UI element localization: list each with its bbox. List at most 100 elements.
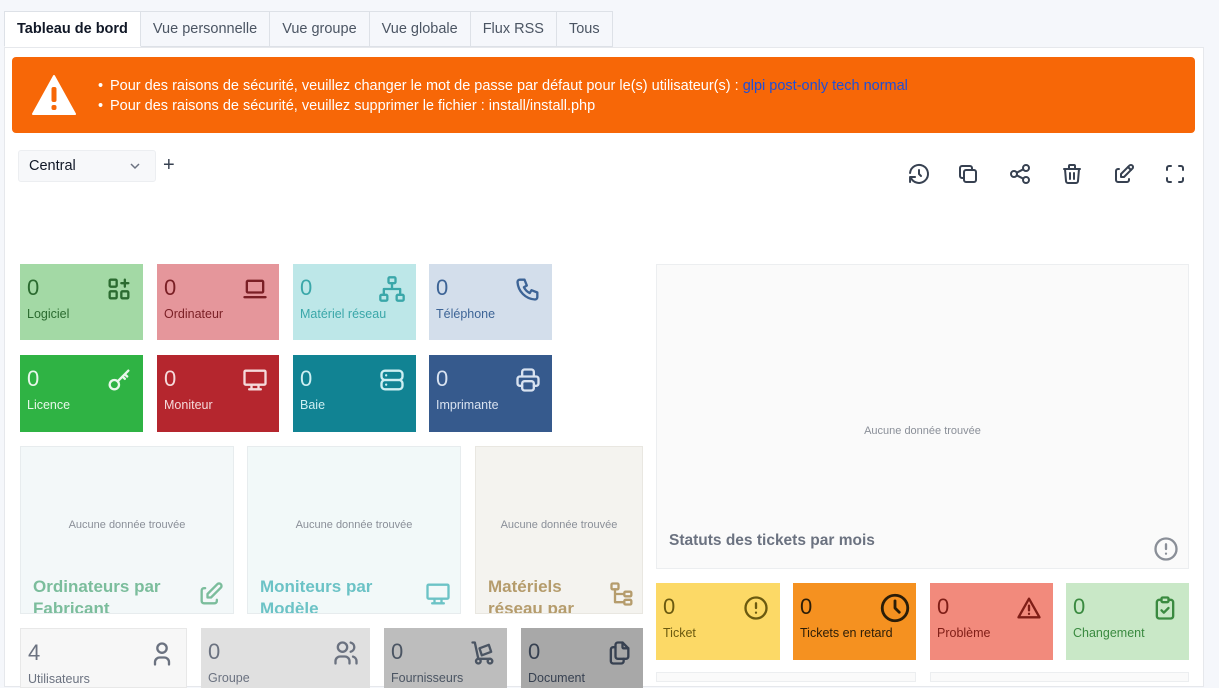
widget-moniteurs-modele: Aucune donnée trouvée Moniteurs par Modè… [247,446,461,614]
laptop-icon [241,275,269,303]
card-baie[interactable]: 0 Baie [293,355,416,432]
card-label: Ticket [663,626,696,640]
card-tickets-retard[interactable]: 0 Tickets en retard [793,583,916,660]
alert-circle-icon [1152,535,1180,563]
card-value: 0 [300,366,313,391]
card-value: 0 [208,639,221,664]
share-icon[interactable] [1008,162,1032,186]
card-label: Imprimante [436,398,499,412]
default-users-link[interactable]: glpi post-only tech normal [743,78,908,94]
warning-icon [32,75,76,115]
alert-messages: Pour des raisons de sécurité, veuillez c… [98,76,908,116]
card-label: Baie [300,398,326,412]
card-fournisseurs[interactable]: 0 Fournisseurs [384,628,507,688]
users-icon [332,639,360,667]
edit-icon [197,580,225,608]
files-icon [605,639,633,667]
card-label: Matériel réseau [300,307,387,321]
card-changement[interactable]: 0 Changement [1066,583,1189,660]
widget-title: Ordinateurs par Fabricant [33,577,161,614]
copy-icon[interactable] [956,162,980,186]
card-documents[interactable]: 0 Document [521,628,643,688]
apps-icon [105,275,133,303]
card-value: 0 [1073,594,1086,619]
widget-statuts-tickets: Aucune donnée trouvée Statuts des ticket… [656,264,1189,569]
widget-partial [930,672,1189,682]
card-value: 0 [436,275,449,300]
card-telephone[interactable]: 0 Téléphone [429,264,552,340]
trash-icon[interactable] [1060,162,1084,186]
card-value: 0 [663,594,676,619]
card-label: Téléphone [436,307,496,321]
user-icon [148,640,176,668]
card-utilisateurs[interactable]: 4 Utilisateurs [20,628,187,688]
card-value: 0 [164,275,177,300]
card-label: Utilisateurs [28,672,90,686]
clipboard-check-icon [1151,594,1179,622]
card-label: Document [528,671,585,685]
history-icon[interactable] [907,162,931,186]
card-label: Groupe [208,671,250,685]
tab-global-view[interactable]: Vue globale [369,11,471,47]
widget-partial [656,672,916,682]
tab-group-view[interactable]: Vue groupe [270,11,370,47]
chevron-down-icon [130,163,140,170]
server-icon [378,366,406,394]
card-label: Tickets en retard [800,626,893,640]
card-moniteur[interactable]: 0 Moniteur [157,355,279,432]
key-icon [105,366,133,394]
phone-icon [514,275,542,303]
card-value: 0 [300,275,313,300]
card-value: 0 [800,594,813,619]
card-label: Ordinateur [164,307,224,321]
card-materiel-reseau[interactable]: 0 Matériel réseau [293,264,416,340]
card-value: 0 [27,366,40,391]
card-ordinateur[interactable]: 0 Ordinateur [157,264,279,340]
sitemap-icon [608,580,636,608]
tab-rss-feed[interactable]: Flux RSS [470,11,557,47]
no-data-text: Aucune donnée trouvée [864,425,981,437]
network-icon [378,275,406,303]
monitor-icon [424,580,452,608]
card-logiciel[interactable]: 0 Logiciel [20,264,143,340]
widget-title: Moniteurs par Modèle [260,577,373,614]
card-label: Logiciel [27,307,70,321]
dashboard-select-value: Central [29,158,76,174]
card-value: 0 [27,275,40,300]
no-data-text: Aucune donnée trouvée [295,519,413,531]
alert-circle-icon [742,594,770,622]
truck-icon [469,639,497,667]
alert-message-password: Pour des raisons de sécurité, veuillez c… [98,76,908,96]
card-value: 0 [436,366,449,391]
card-value: 0 [164,366,177,391]
tab-bar: Tableau de bord Vue personnelle Vue grou… [4,11,613,47]
tab-all[interactable]: Tous [556,11,613,47]
card-probleme[interactable]: 0 Problème [930,583,1053,660]
widget-materiels-reseau: Aucune donnée trouvée Matériels réseau p… [475,446,643,614]
card-groupes[interactable]: 0 Groupe [201,628,370,688]
dashboard-select[interactable]: Central [18,150,156,182]
card-licence[interactable]: 0 Licence [20,355,143,432]
tab-dashboard[interactable]: Tableau de bord [4,11,141,47]
card-value: 0 [528,639,541,664]
edit-icon[interactable] [1112,162,1136,186]
widget-ordinateurs-fabricant: Aucune donnée trouvée Ordinateurs par Fa… [20,446,234,614]
no-data-text: Aucune donnée trouvée [500,519,618,531]
monitor-icon [241,366,269,394]
card-imprimante[interactable]: 0 Imprimante [429,355,552,432]
no-data-text: Aucune donnée trouvée [68,519,186,531]
card-label: Problème [937,626,991,640]
card-value: 0 [937,594,950,619]
tab-personal-view[interactable]: Vue personnelle [140,11,271,47]
add-dashboard-button[interactable]: + [163,155,175,175]
card-ticket[interactable]: 0 Ticket [656,583,780,660]
widget-title: Matériels réseau par [488,577,574,614]
fullscreen-icon[interactable] [1163,162,1187,186]
widget-title: Statuts des tickets par mois [669,532,875,549]
card-label: Moniteur [164,398,213,412]
printer-icon [514,366,542,394]
security-alert: Pour des raisons de sécurité, veuillez c… [12,57,1195,133]
card-label: Changement [1073,626,1145,640]
card-value: 0 [391,639,404,664]
alert-triangle-icon [1015,594,1043,622]
